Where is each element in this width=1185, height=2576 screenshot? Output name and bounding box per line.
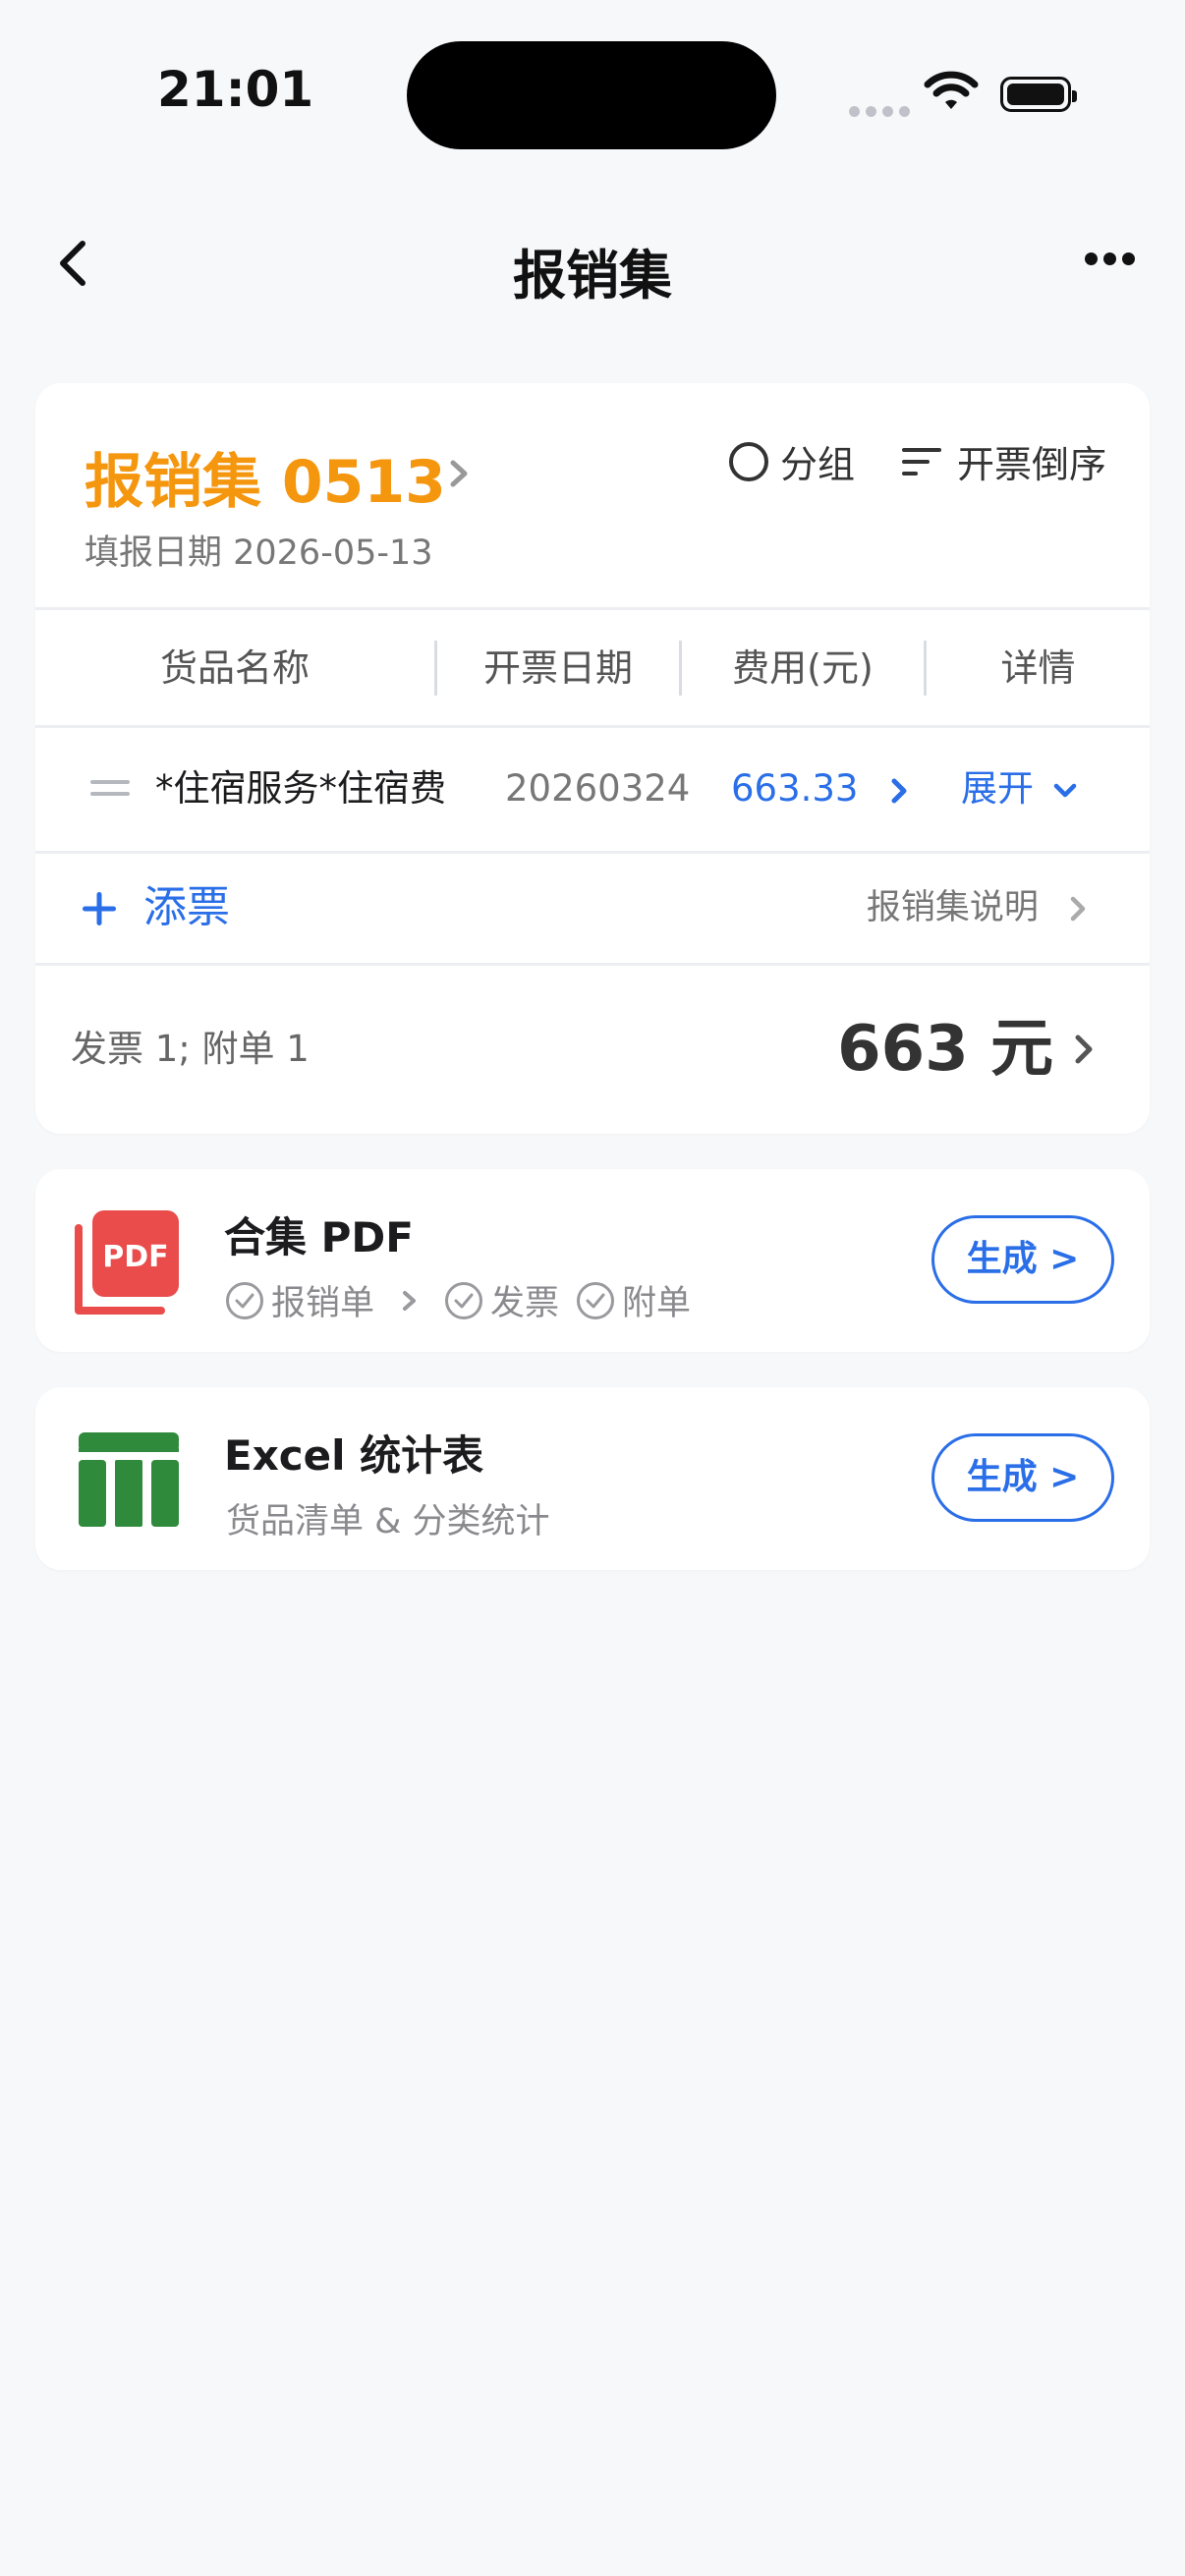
pdf-icon: PDF bbox=[75, 1208, 181, 1318]
item-name: *住宿服务*住宿费 bbox=[155, 767, 446, 810]
chevron-right-icon[interactable] bbox=[886, 727, 912, 851]
invoice-date: 20260324 bbox=[505, 767, 691, 810]
check-label: 发票 bbox=[490, 1284, 560, 1323]
header-name: 货品名称 bbox=[159, 646, 310, 690]
amount-link[interactable]: 663.33 bbox=[731, 727, 858, 851]
expand-button[interactable]: 展开 bbox=[961, 727, 1079, 851]
chevron-right-icon[interactable] bbox=[1069, 1030, 1099, 1073]
set-title[interactable]: 报销集 0513 bbox=[85, 434, 446, 520]
radio-circle-icon bbox=[729, 441, 768, 481]
sort-label: 开票倒序 bbox=[957, 443, 1107, 486]
chevron-down-icon bbox=[1053, 783, 1077, 797]
header-detail: 详情 bbox=[1000, 646, 1076, 690]
pdf-export-title: 合集 PDF bbox=[224, 1213, 414, 1261]
summary-row[interactable]: 发票 1; 附单 1 663 元 bbox=[35, 965, 1150, 1134]
chevron-right-icon bbox=[403, 1290, 417, 1311]
drag-handle-icon[interactable] bbox=[90, 780, 130, 804]
sort-button[interactable]: 开票倒序 bbox=[902, 434, 1106, 488]
page-title: 报销集 bbox=[513, 245, 672, 307]
wifi-icon bbox=[924, 71, 979, 116]
table-header: 货品名称 开票日期 费用(元) 详情 bbox=[35, 609, 1150, 727]
add-row: 添票 报销集说明 bbox=[35, 851, 1150, 965]
group-toggle[interactable]: 分组 bbox=[729, 434, 855, 488]
total-amount: 663 元 bbox=[837, 1013, 1053, 1086]
excel-table-icon bbox=[79, 1432, 179, 1531]
sort-icon bbox=[902, 447, 941, 476]
svg-text:PDF: PDF bbox=[102, 1240, 168, 1274]
header-date: 开票日期 bbox=[482, 646, 633, 690]
pdf-contents: 报销单 发票 附单 bbox=[226, 1275, 691, 1325]
generate-pdf-button[interactable]: 生成 > bbox=[931, 1215, 1114, 1304]
chevron-right-icon bbox=[1070, 896, 1086, 922]
excel-export-title: Excel 统计表 bbox=[224, 1431, 484, 1480]
check-circle-icon bbox=[577, 1281, 615, 1319]
explain-label: 报销集说明 bbox=[866, 888, 1039, 927]
set-explanation-link[interactable]: 报销集说明 bbox=[867, 851, 1093, 965]
check-label: 附单 bbox=[622, 1284, 692, 1323]
header-amount: 费用(元) bbox=[732, 646, 874, 690]
check-circle-icon bbox=[226, 1281, 263, 1319]
table-row[interactable]: *住宿服务*住宿费 20260324 663.33 展开 bbox=[35, 727, 1150, 851]
generate-excel-button[interactable]: 生成 > bbox=[931, 1433, 1114, 1522]
more-button[interactable] bbox=[1085, 251, 1141, 269]
expand-label: 展开 bbox=[961, 767, 1034, 810]
status-time: 21:01 bbox=[157, 61, 314, 118]
plus-icon[interactable] bbox=[81, 890, 118, 931]
group-label: 分组 bbox=[780, 443, 856, 486]
document-counts: 发票 1; 附单 1 bbox=[71, 1028, 310, 1070]
fill-date: 填报日期 2026-05-13 bbox=[85, 533, 433, 573]
chevron-right-icon[interactable] bbox=[444, 454, 474, 497]
add-invoice-button[interactable]: 添票 bbox=[143, 851, 230, 965]
battery-icon bbox=[1000, 77, 1077, 112]
excel-subtitle: 货品清单 & 分类统计 bbox=[226, 1502, 550, 1541]
check-circle-icon bbox=[445, 1281, 483, 1319]
dynamic-island bbox=[407, 41, 776, 149]
cellular-signal-icon bbox=[849, 102, 916, 121]
check-label: 报销单 bbox=[271, 1284, 375, 1323]
